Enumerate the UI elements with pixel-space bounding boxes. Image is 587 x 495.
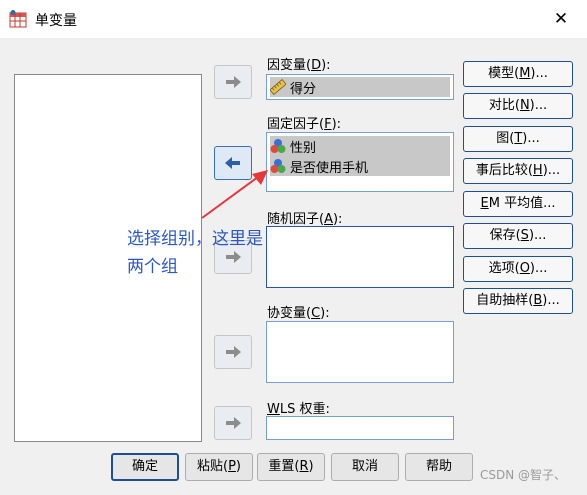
post-hoc-button[interactable]: 事后比较(H)... [463, 158, 573, 184]
watermark: CSDN @智子、 [480, 468, 567, 482]
paste-button[interactable]: 粘贴(P) [185, 453, 253, 481]
em-means-button[interactable]: EM 平均值... [463, 191, 573, 217]
covariate-label: 协变量(C): [267, 306, 330, 321]
ok-button[interactable]: 确定 [111, 453, 179, 481]
dependent-variable-box[interactable]: 得分 [266, 74, 454, 100]
covariate-box[interactable] [266, 321, 454, 383]
dependent-label: 因变量(D): [267, 58, 331, 73]
fixed-factor-item[interactable]: 是否使用手机 [270, 156, 450, 176]
nominal-variable-icon [270, 139, 286, 153]
annotation-text: 选择组别，这里是 两个组 [127, 225, 297, 281]
arrow-right-icon [226, 76, 241, 88]
plots-button[interactable]: 图(T)... [463, 126, 573, 152]
save-button[interactable]: 保存(S)... [463, 223, 573, 249]
fixed-factor-item-label: 性别 [290, 140, 317, 156]
dependent-item[interactable]: 得分 [270, 77, 450, 97]
annotation-line: 两个组 [127, 257, 178, 277]
wls-weight-box[interactable] [266, 416, 454, 440]
wls-weight-label: WLS 权重: [267, 402, 330, 417]
arrow-right-icon [226, 417, 241, 429]
annotation-line: 选择组别，这里是 [127, 229, 263, 249]
fixed-factor-label: 固定因子(F): [267, 117, 342, 132]
help-button[interactable]: 帮助 [405, 453, 473, 481]
fixed-factor-item-label: 是否使用手机 [290, 160, 369, 176]
annotation-arrow [201, 170, 268, 219]
fixed-factor-item[interactable]: 性别 [270, 136, 450, 156]
title-bar: 单变量 ✕ [0, 0, 587, 38]
move-to-covariate-button[interactable] [214, 335, 252, 369]
model-button[interactable]: 模型(M)... [463, 61, 573, 87]
bootstrap-button[interactable]: 自助抽样(B)... [463, 288, 573, 314]
move-to-dependent-button[interactable] [214, 65, 252, 99]
window-title: 单变量 [35, 13, 77, 29]
reset-button[interactable]: 重置(R) [257, 453, 325, 481]
app-icon [9, 10, 27, 28]
contrast-button[interactable]: 对比(N)... [463, 93, 573, 119]
arrow-right-icon [226, 346, 241, 358]
fixed-factor-box[interactable]: 性别 是否使用手机 [266, 132, 454, 192]
move-to-wls-weight-button[interactable] [214, 406, 252, 440]
close-icon: ✕ [553, 9, 569, 29]
ruler-icon [270, 79, 286, 95]
dependent-item-label: 得分 [290, 81, 317, 97]
options-button[interactable]: 选项(O)... [463, 256, 573, 282]
close-button[interactable]: ✕ [548, 6, 574, 32]
cancel-button[interactable]: 取消 [331, 453, 399, 481]
